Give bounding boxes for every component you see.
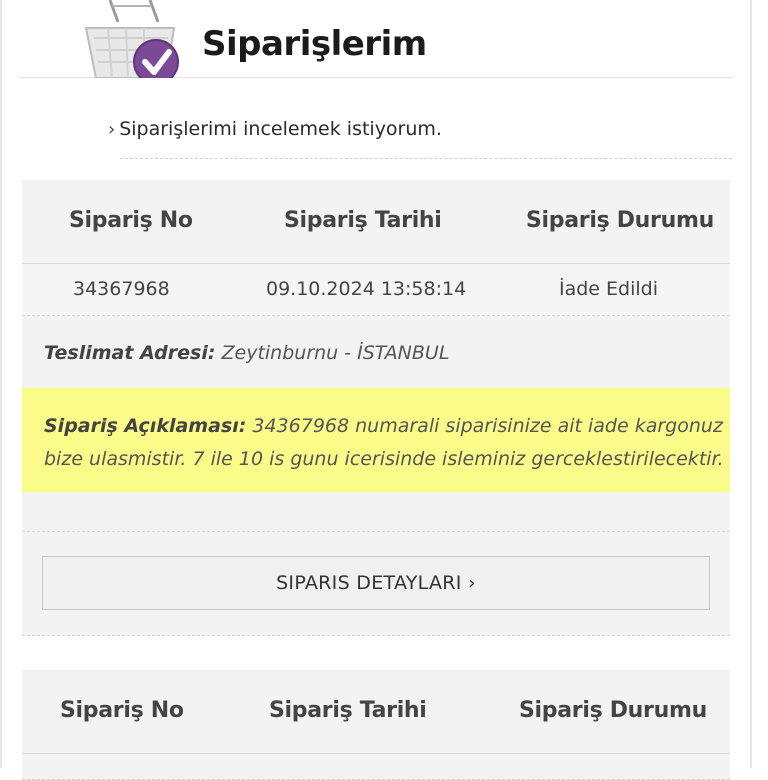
- order-table-header: Sipariş No Sipariş Tarihi Sipariş Durumu: [22, 670, 730, 754]
- order-details-button[interactable]: SIPARIS DETAYLARI ›: [42, 556, 710, 610]
- header-order-no: Sipariş No: [69, 208, 193, 233]
- divider: [120, 158, 732, 159]
- address-label: Teslimat Adresi:: [44, 342, 216, 364]
- breadcrumb-label: Siparişlerimi incelemek istiyorum.: [119, 118, 442, 140]
- page-header: Siparişlerim: [20, 0, 732, 78]
- header-order-date: Sipariş Tarihi: [269, 698, 427, 723]
- header-order-status: Sipariş Durumu: [526, 208, 714, 233]
- address-value: Zeytinburnu - İSTANBUL: [215, 342, 450, 364]
- order-status: İade Edildi: [559, 278, 658, 300]
- order-date: 09.10.2024 13:58:14: [266, 278, 467, 300]
- delivery-address: Teslimat Adresi: Zeytinburnu - İSTANBUL: [22, 316, 730, 388]
- order-note: Sipariş Açıklaması: 34367968 numarali si…: [22, 388, 730, 492]
- order-table-header: Sipariş No Sipariş Tarihi Sipariş Durumu: [22, 180, 730, 264]
- page-border-left: [0, 0, 2, 768]
- basket-check-icon: [84, 0, 179, 78]
- spacer-row: [22, 492, 730, 532]
- header-order-date: Sipariş Tarihi: [284, 208, 442, 233]
- header-order-no: Sipariş No: [60, 698, 184, 723]
- order-card: Sipariş No Sipariş Tarihi Sipariş Durumu: [22, 670, 730, 780]
- header-order-status: Sipariş Durumu: [519, 698, 707, 723]
- order-card: Sipariş No Sipariş Tarihi Sipariş Durumu…: [22, 180, 730, 636]
- order-number: 34367968: [73, 278, 170, 300]
- order-row: 34367968 09.10.2024 13:58:14 İade Edildi: [22, 264, 730, 316]
- chevron-right-icon: ›: [108, 119, 116, 140]
- page-border-right: [750, 0, 752, 768]
- note-label: Sipariş Açıklaması:: [44, 415, 247, 437]
- breadcrumb-link[interactable]: › Siparişlerimi incelemek istiyorum.: [108, 118, 442, 140]
- page-title: Siparişlerim: [202, 24, 427, 64]
